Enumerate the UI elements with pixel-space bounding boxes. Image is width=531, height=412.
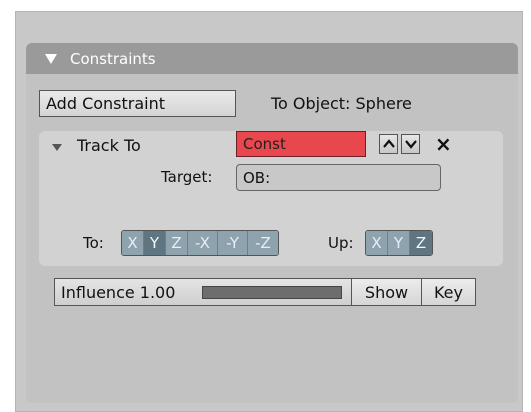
influence-slider-fill	[202, 286, 342, 299]
target-field[interactable]: OB:	[236, 164, 441, 191]
to-axis-neg-x-button[interactable]: -X	[188, 231, 218, 255]
to-object-label: To Object: Sphere	[271, 94, 412, 113]
to-axis-x-button[interactable]: X	[122, 231, 144, 255]
to-axis-z-button[interactable]: Z	[166, 231, 188, 255]
constraint-name: Track To	[77, 136, 141, 155]
chevron-down-icon	[404, 140, 417, 149]
constraint-name-field[interactable]: Const	[236, 131, 366, 157]
close-icon[interactable]: ×	[435, 132, 452, 156]
panel-content: Add Constraint To Object: Sphere Track T…	[25, 42, 517, 402]
influence-label: Influence 1.00	[61, 282, 176, 302]
add-constraint-button[interactable]: Add Constraint	[39, 90, 236, 117]
constraint-track-to: Track To Const × Target: OB: To: X Y Z -…	[39, 131, 503, 266]
to-axis-group: X Y Z -X -Y -Z	[121, 230, 279, 256]
up-axis-y-button[interactable]: Y	[388, 231, 410, 255]
target-label: Target:	[161, 168, 213, 186]
to-axis-y-button[interactable]: Y	[144, 231, 166, 255]
chevron-up-icon	[382, 139, 395, 148]
show-button[interactable]: Show	[352, 278, 422, 306]
move-up-button[interactable]	[379, 134, 398, 154]
influence-row: Influence 1.00 Show Key	[54, 278, 476, 306]
up-axis-group: X Y Z	[365, 230, 433, 256]
move-down-button[interactable]	[401, 134, 420, 154]
to-axis-neg-z-button[interactable]: -Z	[248, 231, 278, 255]
up-axis-z-button[interactable]: Z	[410, 231, 432, 255]
expand-triangle-icon[interactable]	[52, 144, 62, 151]
up-axis-x-button[interactable]: X	[366, 231, 388, 255]
to-axis-neg-y-button[interactable]: -Y	[218, 231, 248, 255]
influence-slider[interactable]: Influence 1.00	[54, 278, 352, 306]
to-axis-label: To:	[83, 234, 104, 252]
up-axis-label: Up:	[328, 234, 354, 252]
key-button[interactable]: Key	[422, 278, 476, 306]
